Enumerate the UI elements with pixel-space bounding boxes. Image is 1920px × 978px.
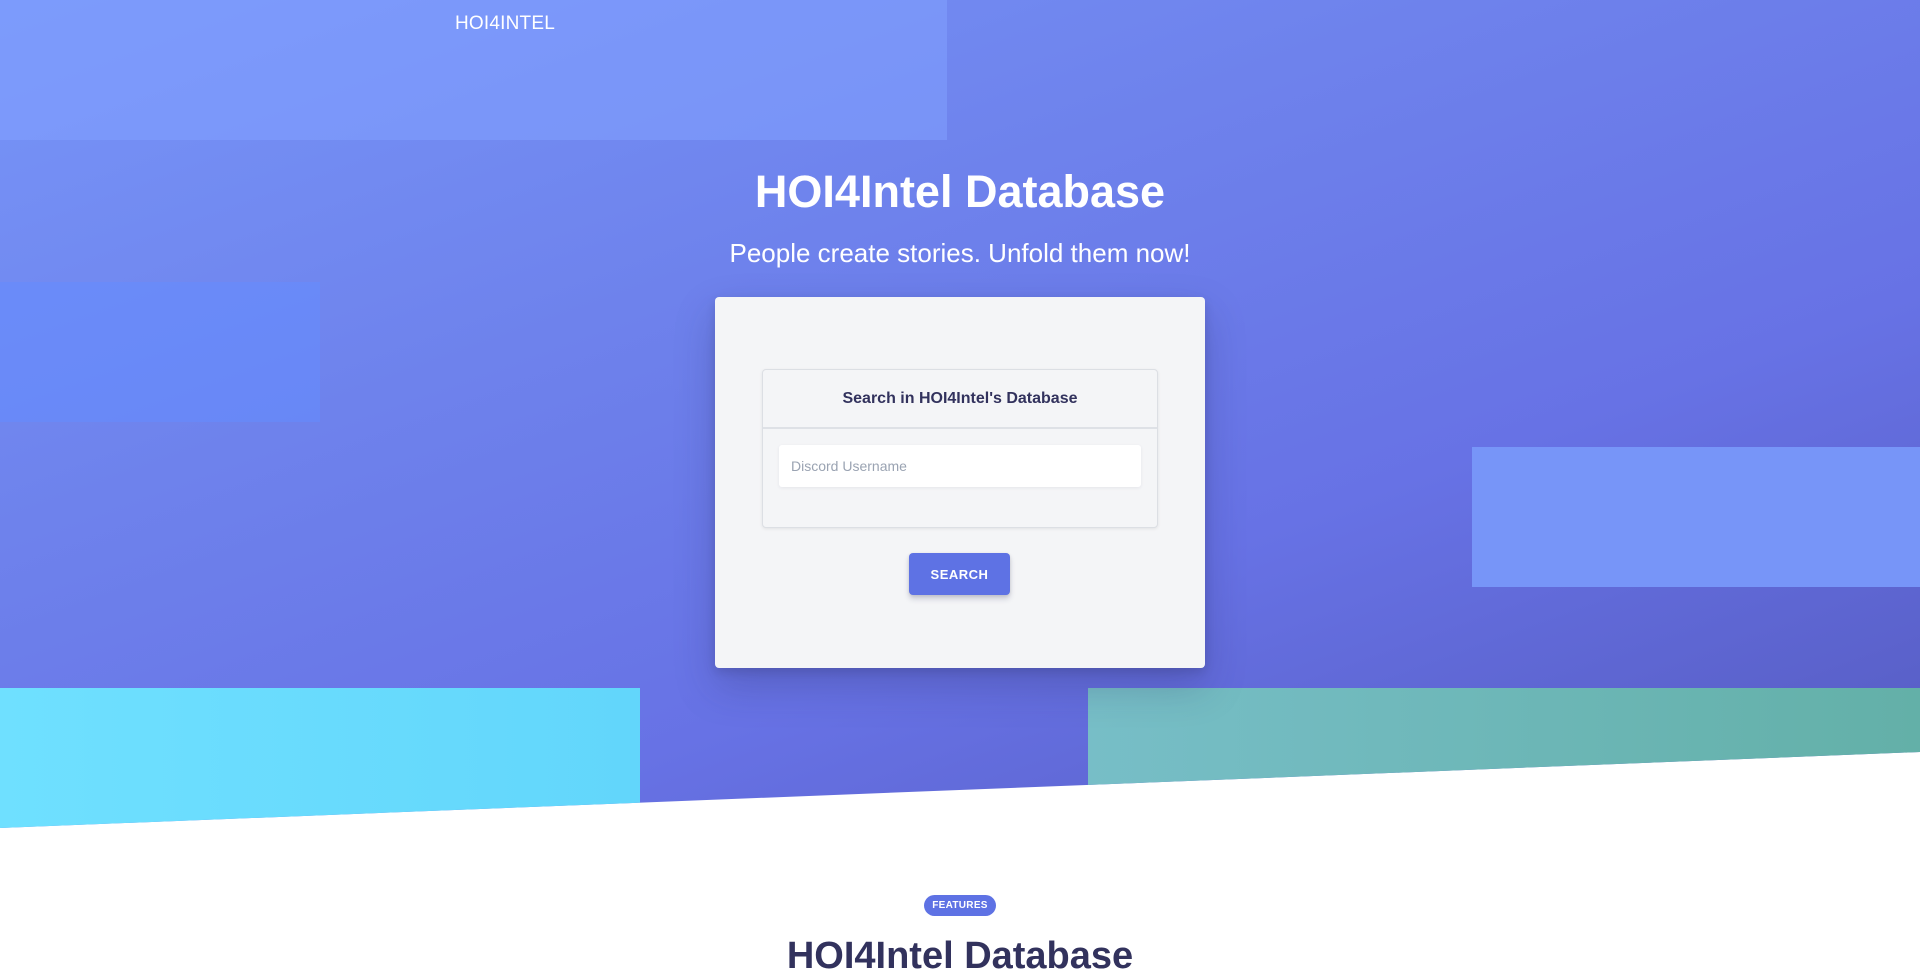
search-panel-body [763,429,1157,503]
decorative-shape-cyan [0,688,640,828]
search-card: Search in HOI4Intel's Database SEARCH [715,297,1205,668]
hero-subtitle: People create stories. Unfold them now! [729,238,1191,268]
decorative-shape-teal [1088,688,1920,828]
discord-username-input[interactable] [779,445,1141,487]
decorative-shape [0,282,320,422]
features-title: HOI4Intel Database [786,935,1134,977]
decorative-shape [1472,447,1920,587]
search-panel: Search in HOI4Intel's Database [762,369,1158,528]
features-badge: FEATURES [924,895,996,916]
search-button[interactable]: SEARCH [909,553,1010,595]
brand-link[interactable]: HOI4INTEL [455,13,555,35]
hero-title: HOI4Intel Database [754,166,1166,217]
search-panel-heading: Search in HOI4Intel's Database [763,370,1157,429]
